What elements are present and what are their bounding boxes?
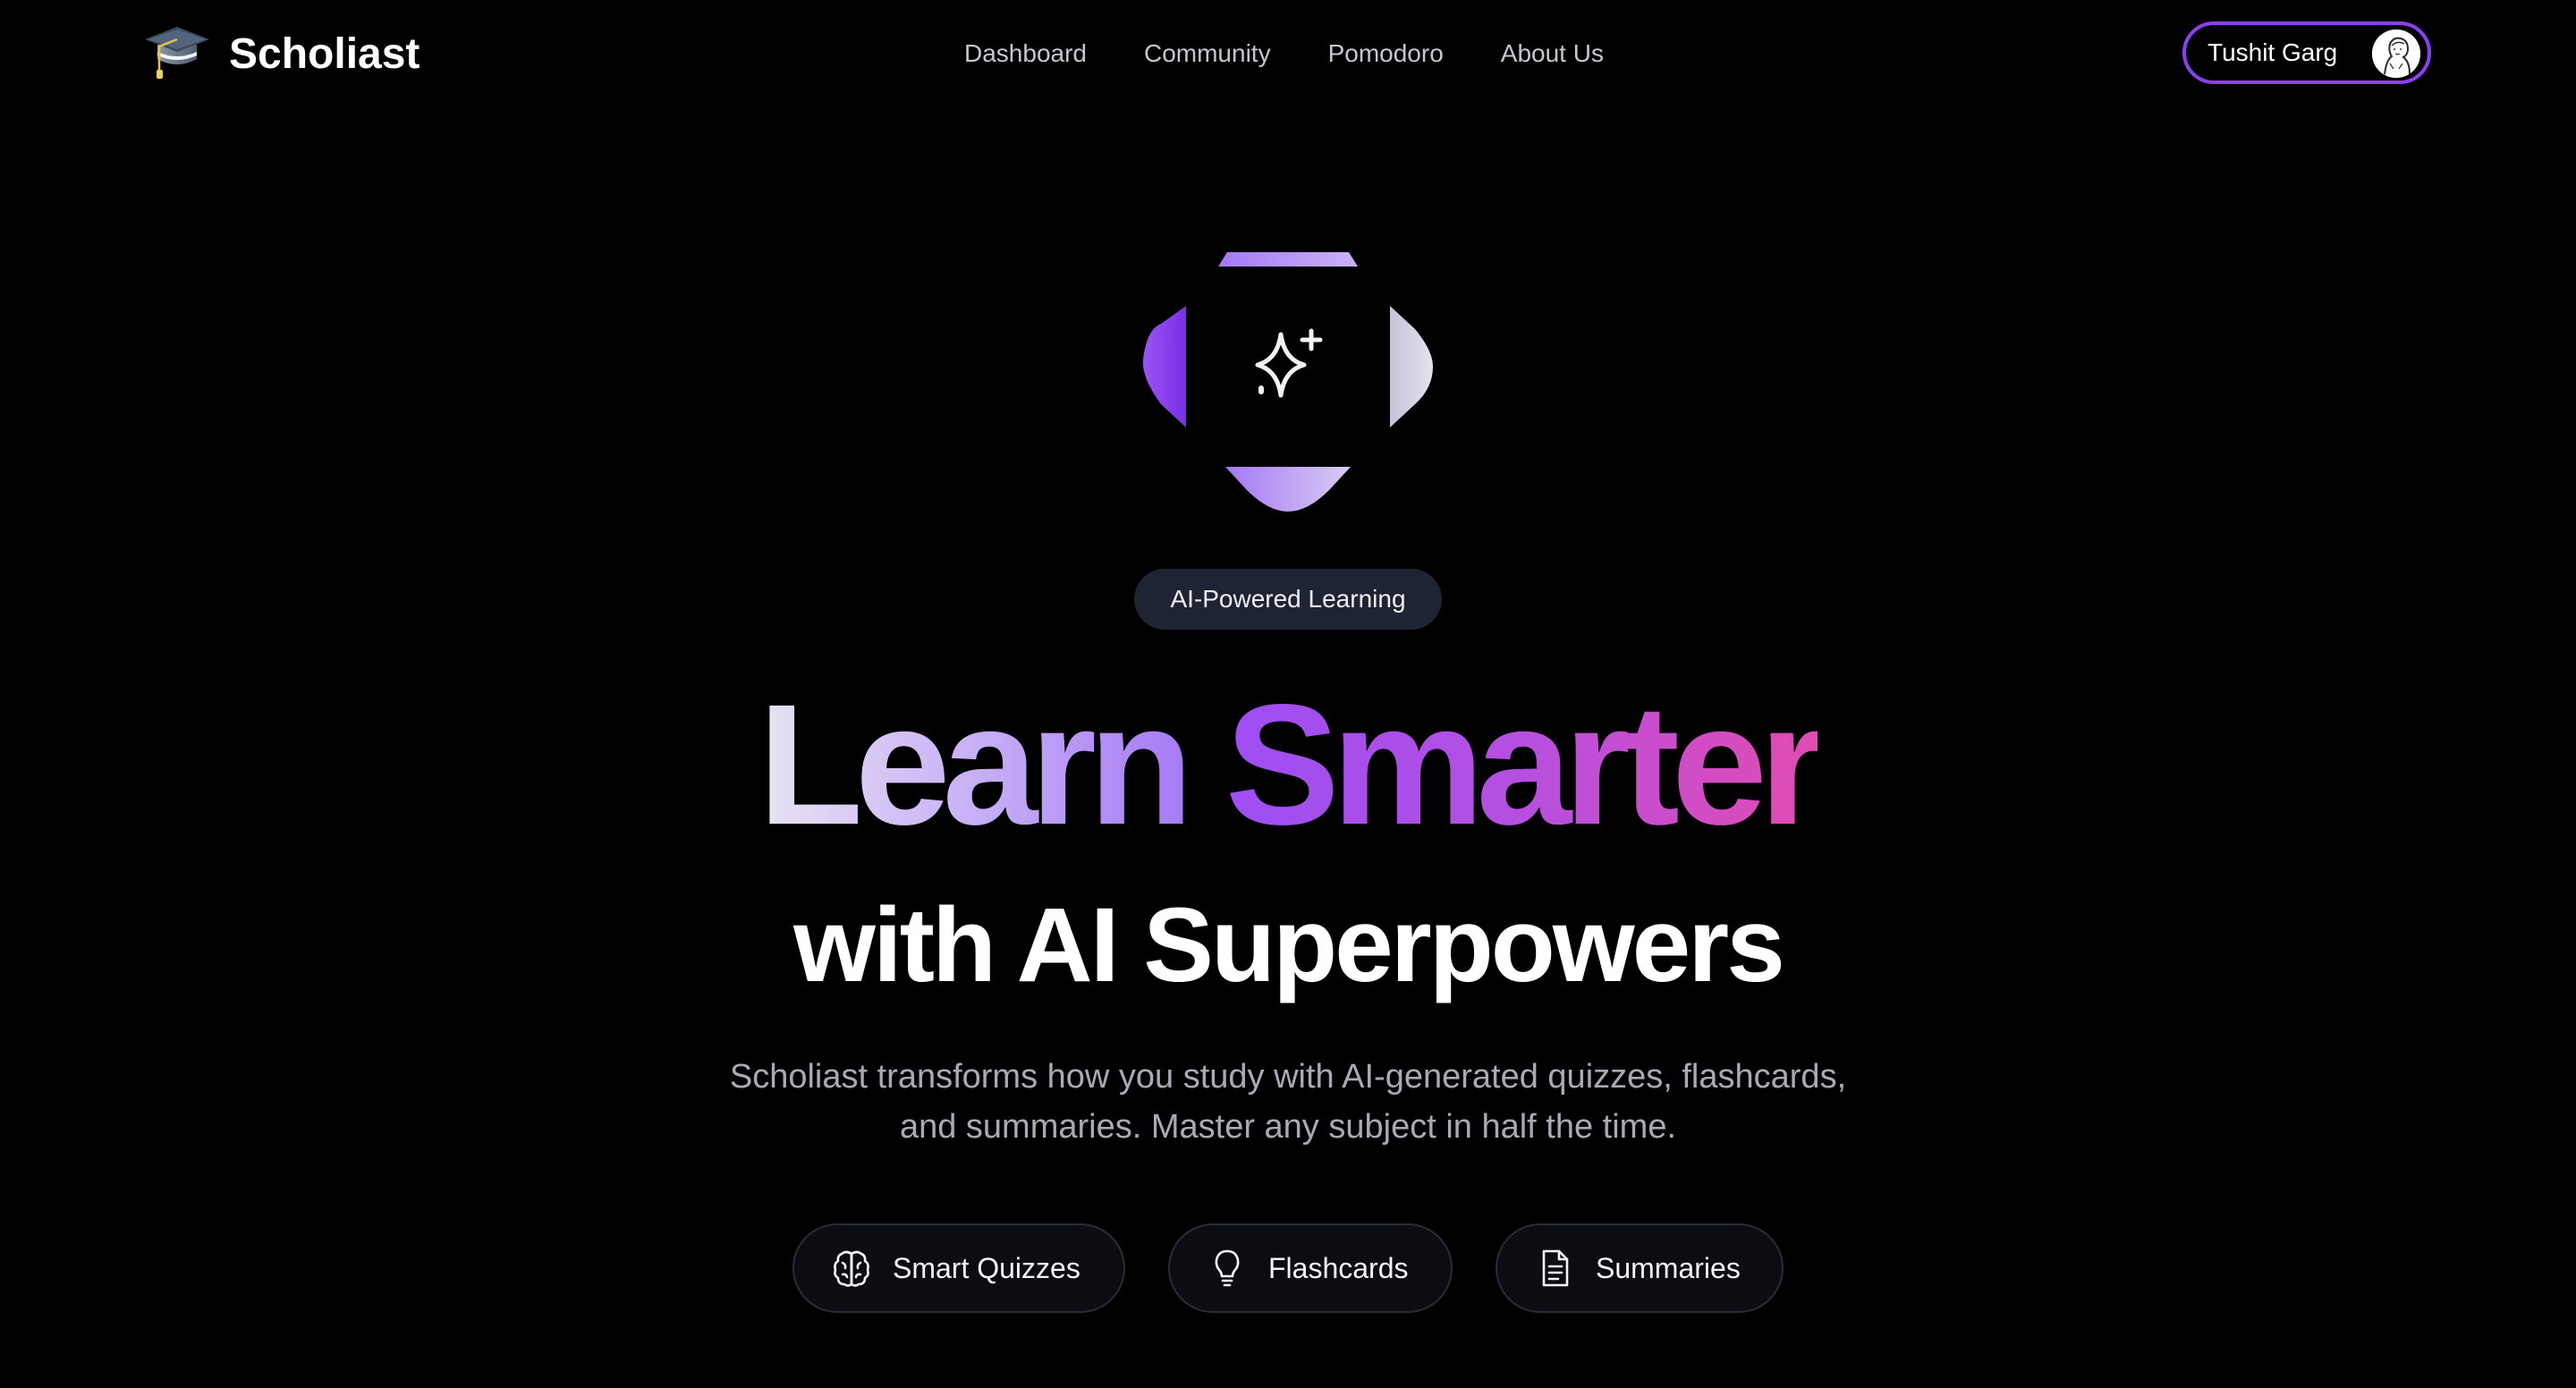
ai-powered-badge: AI-Powered Learning xyxy=(1134,569,1442,630)
description-line-2: and summaries. Master any subject in hal… xyxy=(899,1108,1677,1146)
brand-home-link[interactable]: Scholiast xyxy=(143,20,419,88)
document-icon xyxy=(1542,1249,1569,1287)
feature-label: Summaries xyxy=(1596,1251,1741,1284)
user-menu-button[interactable]: Tushit Garg xyxy=(2182,21,2431,84)
nav-link-pomodoro[interactable]: Pomodoro xyxy=(1328,39,1444,68)
headline-smarter: Smarter xyxy=(1224,668,1826,860)
description-line-1: Scholiast transforms how you study with … xyxy=(729,1058,1847,1096)
brand-name: Scholiast xyxy=(229,30,420,78)
avatar xyxy=(2372,30,2420,78)
feature-smart-quizzes-button[interactable]: Smart Quizzes xyxy=(792,1223,1125,1313)
nav-link-dashboard[interactable]: Dashboard xyxy=(964,39,1087,68)
top-navbar: Scholiast Dashboard Community Pomodoro A… xyxy=(0,0,2576,107)
headline-learn: Learn xyxy=(758,668,1194,860)
user-name: Tushit Garg xyxy=(2207,38,2338,66)
sparkles-hero-icon xyxy=(1142,252,1433,512)
feature-flashcards-button[interactable]: Flashcards xyxy=(1168,1223,1453,1313)
feature-label: Flashcards xyxy=(1268,1251,1409,1284)
main-nav: Dashboard Community Pomodoro About Us xyxy=(964,32,1604,75)
feature-summaries-button[interactable]: Summaries xyxy=(1496,1223,1784,1313)
sparkles-icon xyxy=(1255,328,1323,398)
brain-icon xyxy=(834,1250,869,1287)
nav-link-about-us[interactable]: About Us xyxy=(1501,39,1604,68)
hero-subheadline: with AI Superpowers xyxy=(793,886,1785,1004)
lightbulb-icon xyxy=(1215,1249,1240,1287)
hero-headline: Learn Smarter xyxy=(0,662,2576,868)
badge-label: AI-Powered Learning xyxy=(1170,585,1406,613)
avatar-sketch-icon xyxy=(2372,30,2420,78)
graduation-cap-icon xyxy=(145,27,209,79)
feature-pills: Smart Quizzes Flashcards Summaries xyxy=(0,1223,2576,1313)
nav-link-community[interactable]: Community xyxy=(1144,39,1271,68)
feature-label: Smart Quizzes xyxy=(893,1251,1080,1284)
hero-description: Scholiast transforms how you study with … xyxy=(662,1052,1914,1152)
